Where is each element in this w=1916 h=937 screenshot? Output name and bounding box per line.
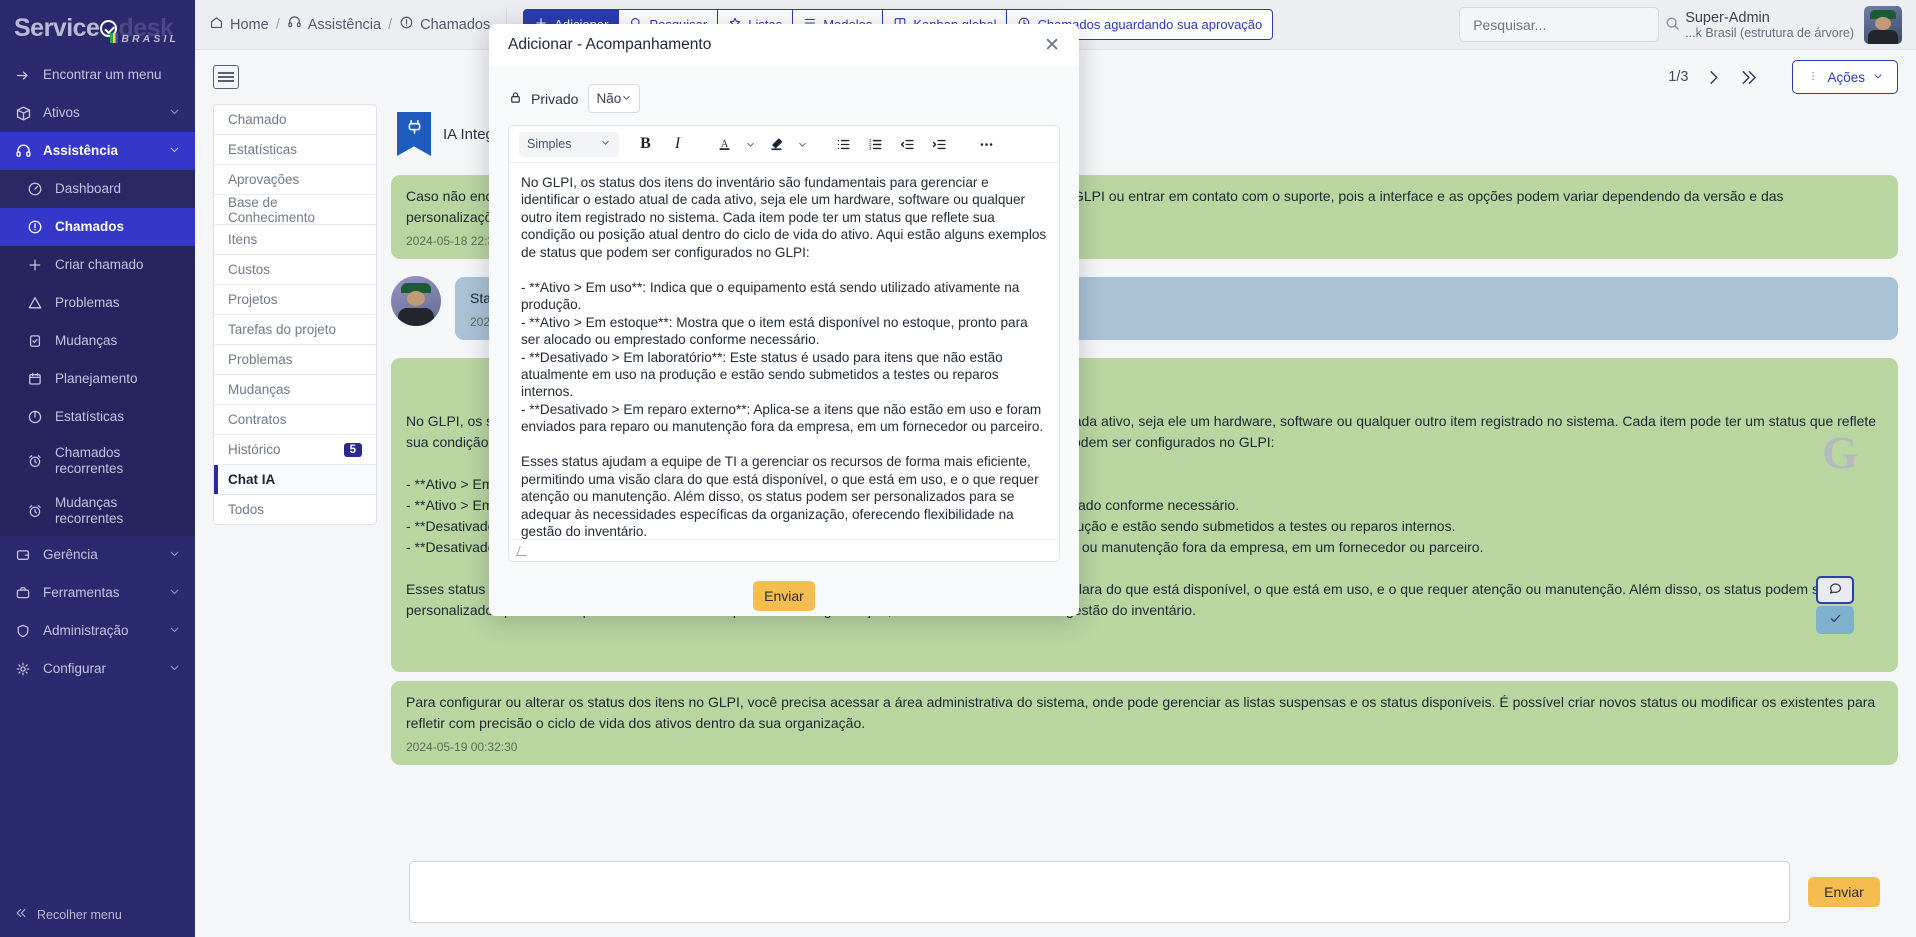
bold-button[interactable]: B — [632, 131, 659, 158]
chevron-down-icon — [621, 91, 632, 106]
editor-resize-handle[interactable] — [509, 539, 1059, 561]
modal-body: Privado Não Simples B I A 1 2 3 No GLPI,… — [489, 66, 1079, 562]
modal-header: Adicionar - Acompanhamento ✕ — [489, 24, 1079, 66]
close-icon[interactable]: ✕ — [1044, 36, 1060, 55]
editor-toolbar: Simples B I A 1 2 3 — [509, 126, 1059, 163]
more-options-button[interactable] — [973, 131, 1000, 158]
italic-button[interactable]: I — [664, 131, 691, 158]
private-label-text: Privado — [531, 90, 579, 107]
private-row: Privado Não — [508, 84, 1060, 113]
editor-content[interactable]: No GLPI, os status dos itens do inventár… — [509, 163, 1059, 539]
modal-send-button[interactable]: Enviar — [753, 581, 815, 611]
add-followup-modal: Adicionar - Acompanhamento ✕ Privado Não — [489, 24, 1079, 616]
bullet-list-button[interactable] — [830, 131, 857, 158]
highlight-color-chevron-icon[interactable] — [795, 131, 810, 158]
svg-text:3: 3 — [869, 146, 872, 151]
highlight-color-button[interactable] — [763, 131, 790, 158]
lock-icon — [508, 90, 523, 108]
paragraph-style-select[interactable]: Simples — [519, 131, 619, 157]
modal-footer: Enviar — [489, 562, 1079, 616]
modal-overlay: Adicionar - Acompanhamento ✕ Privado Não — [0, 0, 1916, 937]
private-label: Privado — [508, 90, 578, 108]
private-select[interactable]: Não — [588, 84, 641, 113]
numbered-list-button[interactable]: 123 — [862, 131, 889, 158]
font-color-chevron-icon[interactable] — [743, 131, 758, 158]
outdent-button[interactable] — [894, 131, 921, 158]
private-select-value: Não — [596, 91, 622, 106]
rich-text-editor: Simples B I A 1 2 3 No GLPI, os status d… — [508, 125, 1060, 562]
modal-title: Adicionar - Acompanhamento — [508, 36, 712, 53]
font-color-button[interactable]: A — [711, 131, 738, 158]
chevron-down-icon — [600, 137, 611, 151]
paragraph-style-value: Simples — [527, 137, 572, 151]
indent-button[interactable] — [926, 131, 953, 158]
